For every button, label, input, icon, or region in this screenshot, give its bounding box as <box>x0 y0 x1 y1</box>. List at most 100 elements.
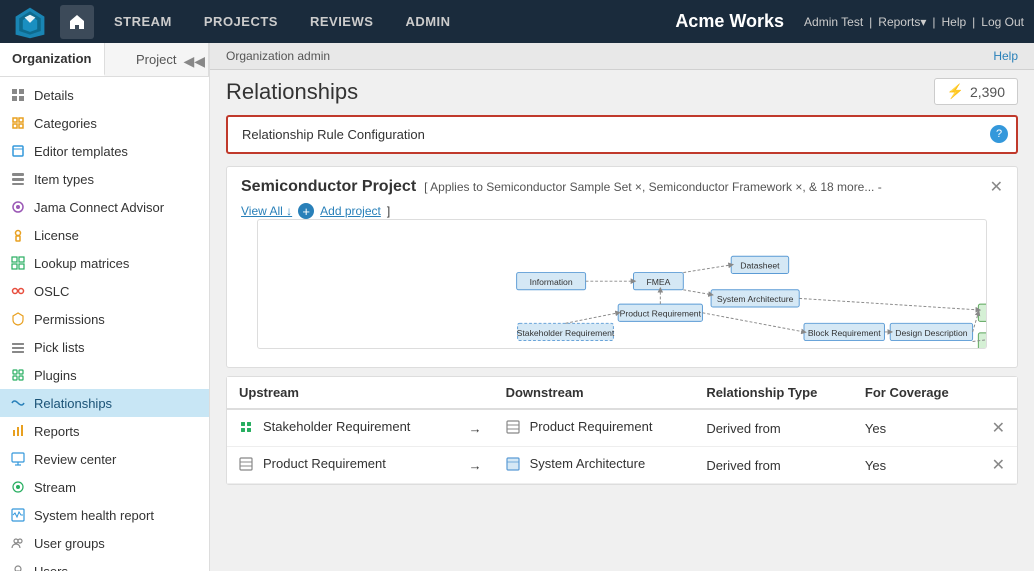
sidebar-item-details[interactable]: Details <box>0 81 209 109</box>
layout: Organization Project ◀◀ Details Categori… <box>0 43 1034 571</box>
svg-text:Product Requirement: Product Requirement <box>620 309 702 319</box>
sidebar-item-relationships[interactable]: Relationships <box>0 389 209 417</box>
nav-reviews[interactable]: REVIEWS <box>294 0 389 43</box>
rule-config-help-icon[interactable]: ? <box>990 125 1008 143</box>
sidebar-label-pick-lists: Pick lists <box>34 340 199 355</box>
svg-text:Information: Information <box>530 277 573 287</box>
page-title: Relationships <box>226 79 358 105</box>
remove-button-0[interactable]: ✕ <box>992 418 1005 438</box>
stream-icon <box>10 479 26 495</box>
sidebar-item-editor-templates[interactable]: Editor templates <box>0 137 209 165</box>
svg-text:Block Requirement: Block Requirement <box>808 328 881 338</box>
jama-advisor-icon <box>10 199 26 215</box>
nav-admin[interactable]: ADMIN <box>389 0 466 43</box>
sidebar-label-oslc: OSLC <box>34 284 199 299</box>
sidebar-label-categories: Categories <box>34 116 199 131</box>
relationship-type-cell-1: Derived from <box>694 447 853 484</box>
upstream-cell-0: Stakeholder Requirement <box>227 409 457 447</box>
sidebar-item-lookup-matrices[interactable]: Lookup matrices <box>0 249 209 277</box>
reports-link[interactable]: Reports <box>878 15 920 29</box>
sidebar-item-item-types[interactable]: Item types <box>0 165 209 193</box>
project-meta: [ Applies to Semiconductor Sample Set ×,… <box>424 180 882 194</box>
remove-button-1[interactable]: ✕ <box>992 455 1005 475</box>
view-all-link[interactable]: View All ↓ <box>241 204 292 218</box>
svg-text:✓ Verification: ✓ Verification <box>985 309 986 319</box>
editor-templates-icon <box>10 143 26 159</box>
app-title: Acme Works <box>675 11 784 32</box>
dropdown-arrow[interactable]: ▾ <box>920 15 926 29</box>
svg-text:Datasheet: Datasheet <box>740 261 780 271</box>
sidebar-item-review-center[interactable]: Review center <box>0 445 209 473</box>
nav-stream[interactable]: STREAM <box>98 0 188 43</box>
svg-text:Stakeholder Requirement: Stakeholder Requirement <box>517 328 615 338</box>
sep2: | <box>932 15 935 29</box>
closing-bracket: ] <box>387 204 390 218</box>
sidebar-item-categories[interactable]: Categories <box>0 109 209 137</box>
remove-cell-1: ✕ <box>980 447 1017 484</box>
categories-icon <box>10 115 26 131</box>
add-project-button[interactable]: + <box>298 203 314 219</box>
downstream-cell-0: Product Requirement <box>494 409 695 447</box>
project-close-button[interactable]: ✕ <box>990 177 1003 197</box>
project-name: Semiconductor Project <box>241 178 416 196</box>
sidebar-tabs: Organization Project ◀◀ <box>0 43 209 77</box>
col-relationship-type: Relationship Type <box>694 377 853 409</box>
collapse-button[interactable]: ◀◀ <box>179 51 209 72</box>
rule-config-header: Relationship Rule Configuration <box>228 117 1016 152</box>
downstream-icon-1: System Architecture <box>506 456 646 471</box>
arrow-cell-1: → <box>457 447 494 484</box>
sidebar-label-user-groups: User groups <box>34 536 199 551</box>
license-icon <box>10 227 26 243</box>
col-downstream: Downstream <box>494 377 695 409</box>
stat-value: 2,390 <box>970 84 1005 100</box>
add-project-link[interactable]: Add project <box>320 204 381 218</box>
sidebar-item-permissions[interactable]: Permissions <box>0 305 209 333</box>
sidebar: Organization Project ◀◀ Details Categori… <box>0 43 210 571</box>
user-link[interactable]: Admin Test <box>804 15 863 29</box>
lookup-matrices-icon <box>10 255 26 271</box>
logout-link[interactable]: Log Out <box>981 15 1024 29</box>
users-icon <box>10 563 26 571</box>
sep1: | <box>869 15 872 29</box>
sidebar-item-license[interactable]: License <box>0 221 209 249</box>
for-coverage-cell-1: Yes <box>853 447 980 484</box>
help-link[interactable]: Help <box>941 15 966 29</box>
svg-text:System Architecture: System Architecture <box>717 294 794 304</box>
sidebar-item-reports[interactable]: Reports <box>0 417 209 445</box>
relationship-table: Upstream Downstream Relationship Type Fo… <box>226 376 1018 485</box>
relationships-icon <box>10 395 26 411</box>
permissions-icon <box>10 311 26 327</box>
sidebar-item-user-groups[interactable]: User groups <box>0 529 209 557</box>
upstream-cell-1: Product Requirement <box>227 447 457 484</box>
item-types-icon <box>10 171 26 187</box>
project-panel: Semiconductor Project [ Applies to Semic… <box>226 166 1018 368</box>
table-row: Product Requirement → System Architectur… <box>227 447 1017 484</box>
sidebar-item-jama-advisor[interactable]: Jama Connect Advisor <box>0 193 209 221</box>
col-for-coverage: For Coverage <box>853 377 980 409</box>
table-row: Stakeholder Requirement → Product Requir… <box>227 409 1017 447</box>
nav-projects[interactable]: PROJECTS <box>188 0 294 43</box>
sidebar-items: Details Categories Editor templates Item… <box>0 77 209 571</box>
rule-config-box: Relationship Rule Configuration ? <box>226 115 1018 154</box>
svg-text:FMEA: FMEA <box>646 277 670 287</box>
tab-organization[interactable]: Organization <box>0 43 105 76</box>
rule-config-title: Relationship Rule Configuration <box>242 127 425 142</box>
top-nav: STREAM PROJECTS REVIEWS ADMIN Acme Works… <box>0 0 1034 43</box>
review-center-icon <box>10 451 26 467</box>
relationship-type-cell-0: Derived from <box>694 409 853 447</box>
logo[interactable] <box>10 2 50 42</box>
help-label[interactable]: Help <box>993 49 1018 63</box>
sidebar-label-license: License <box>34 228 199 243</box>
upstream-icon-0: Stakeholder Requirement <box>239 419 410 434</box>
plugins-icon <box>10 367 26 383</box>
sidebar-item-plugins[interactable]: Plugins <box>0 361 209 389</box>
sidebar-item-users[interactable]: Users <box>0 557 209 571</box>
stat-icon: ⚡ <box>947 83 964 100</box>
svg-text:Design Description: Design Description <box>895 328 967 338</box>
sidebar-item-oslc[interactable]: OSLC <box>0 277 209 305</box>
home-icon[interactable] <box>60 5 94 39</box>
sidebar-item-system-health[interactable]: System health report <box>0 501 209 529</box>
sidebar-item-pick-lists[interactable]: Pick lists <box>0 333 209 361</box>
col-arrow <box>457 377 494 409</box>
sidebar-item-stream[interactable]: Stream <box>0 473 209 501</box>
